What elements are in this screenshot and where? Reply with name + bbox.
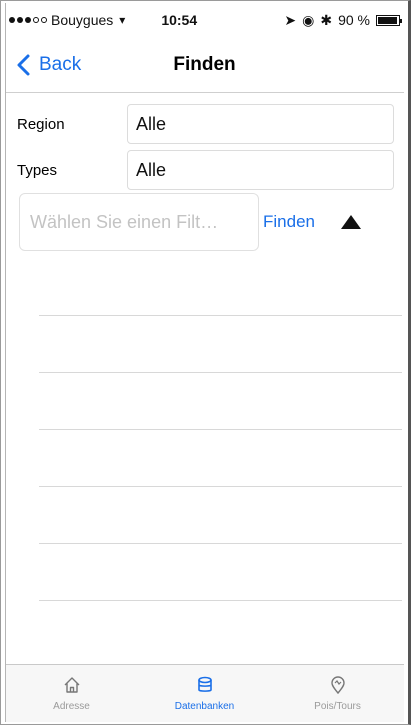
- database-icon: [197, 676, 212, 692]
- region-label: Region: [17, 115, 65, 133]
- filter-search-input[interactable]: [19, 193, 259, 251]
- alarm-icon: ◉: [302, 11, 315, 28]
- list-item[interactable]: [39, 259, 402, 316]
- navigation-bar: Finden Back: [5, 37, 404, 93]
- find-button[interactable]: Finden: [263, 212, 315, 232]
- region-filter-row: Region Alle: [15, 101, 394, 147]
- tab-datenbanken[interactable]: Datenbanken: [138, 665, 271, 722]
- list-item[interactable]: [39, 544, 402, 601]
- chevron-left-icon: [17, 54, 30, 75]
- carrier-name: Bouygues: [51, 12, 114, 28]
- back-button[interactable]: Back: [15, 53, 81, 77]
- tab-bar: Adresse Datenbanken Pois/Tours: [5, 664, 404, 722]
- battery-icon: [376, 14, 402, 26]
- back-label: Back: [39, 53, 82, 75]
- battery-percent: 90 %: [338, 12, 370, 28]
- types-filter-row: Types Alle: [15, 147, 394, 193]
- status-time: 10:54: [161, 12, 198, 28]
- tab-label: Pois/Tours: [314, 701, 361, 712]
- device-frame: Bouygues ▾ 10:54 ➤ ◉ ✱ 90 % Finden Back …: [0, 0, 411, 725]
- wifi-icon: ▾: [119, 13, 126, 27]
- poi-icon: [330, 676, 345, 695]
- result-list: [39, 259, 402, 601]
- status-bar: Bouygues ▾ 10:54 ➤ ◉ ✱ 90 %: [9, 7, 402, 33]
- region-select[interactable]: Alle: [127, 104, 394, 144]
- list-item[interactable]: [39, 316, 402, 373]
- list-item[interactable]: [39, 430, 402, 487]
- location-arrow-icon: ➤: [284, 11, 297, 28]
- list-item[interactable]: [39, 487, 402, 544]
- list-item[interactable]: [39, 373, 402, 430]
- home-icon: [64, 677, 79, 693]
- search-row: Finden: [19, 193, 394, 251]
- tab-label: Adresse: [53, 701, 90, 712]
- triangle-up-icon[interactable]: [340, 215, 361, 229]
- types-select[interactable]: Alle: [127, 150, 394, 190]
- types-label: Types: [17, 161, 58, 179]
- tab-adresse[interactable]: Adresse: [5, 665, 138, 722]
- tab-label: Datenbanken: [174, 701, 235, 712]
- signal-strength-icon: [9, 17, 47, 23]
- tab-pois-tours[interactable]: Pois/Tours: [271, 665, 404, 722]
- bluetooth-icon: ✱: [320, 11, 333, 28]
